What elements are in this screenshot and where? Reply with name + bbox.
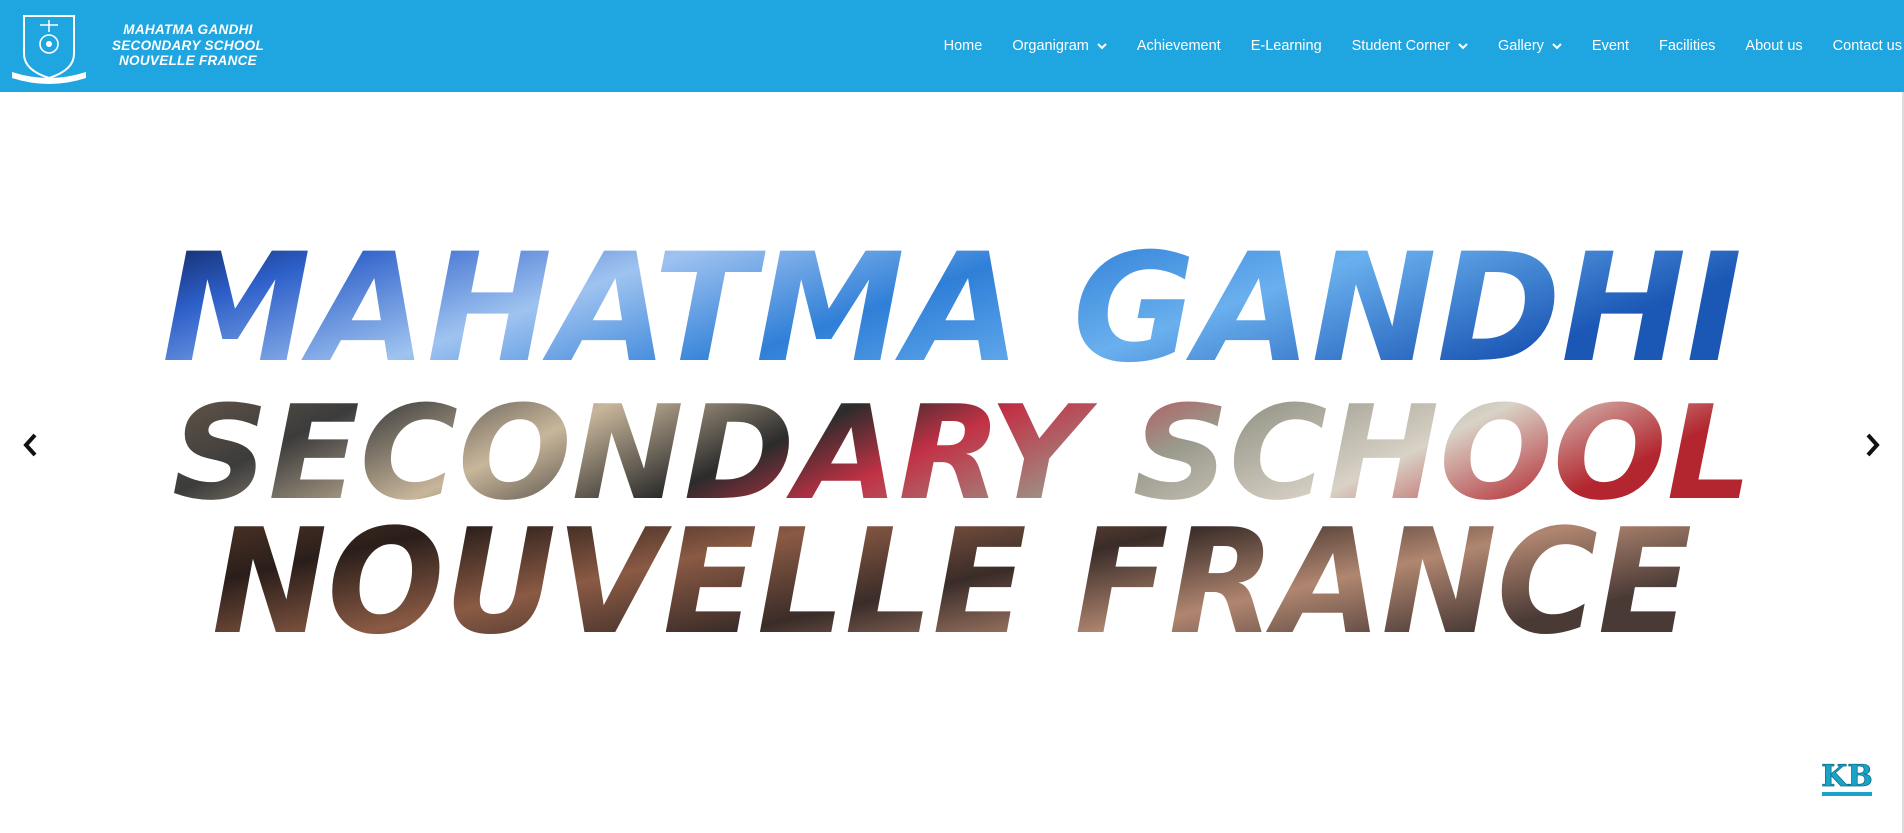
nav-item-about-us[interactable]: About us [1745,38,1802,54]
nav-item-label: Contact us [1832,38,1902,54]
nav-item-organigram[interactable]: Organigram [1012,38,1107,54]
chevron-left-icon[interactable] [18,430,44,460]
chevron-down-icon [1552,42,1562,49]
nav-item-contact-us[interactable]: Contact us [1833,38,1902,54]
nav-item-label: Student Corner [1351,38,1450,54]
nav-item-label: Facilities [1659,38,1716,54]
nav-item-label: Organigram [1012,38,1089,54]
chevron-down-icon [1458,42,1468,49]
nav-item-gallery[interactable]: Gallery [1498,38,1562,54]
nav-item-label: Achievement [1136,38,1221,54]
school-name-line: MAHATMA GANDHI [123,22,253,37]
nav-item-home[interactable]: Home [944,38,983,54]
nav-item-label: Gallery [1497,38,1544,54]
school-name-line: SECONDARY SCHOOL [111,37,265,53]
nav-item-achievement[interactable]: Achievement [1137,38,1221,54]
school-crest-icon[interactable] [10,8,88,84]
hero-title-line: NOUVELLE FRANCE [212,498,1692,667]
nav-item-label: About us [1745,38,1803,54]
nav-item-label: Event [1591,38,1630,54]
chevron-down-icon [1097,42,1107,49]
main-nav: Home Organigram Achievement E-Learning S… [914,0,1904,92]
hero-title-line: MAHATMA GANDHI [162,222,1742,396]
nav-item-facilities[interactable]: Facilities [1659,38,1715,54]
chevron-right-icon[interactable] [1859,430,1885,460]
hero-banner: MAHATMA GANDHI SECONDARY SCHOOL NOUVELLE… [162,222,1752,667]
kb-logo-icon[interactable]: KB [1818,758,1876,800]
nav-item-label: E-Learning [1250,38,1322,54]
school-name[interactable]: MAHATMA GANDHI SECONDARY SCHOOL NOUVELLE… [108,22,268,69]
hero-slider: MAHATMA GANDHI SECONDARY SCHOOL NOUVELLE… [0,92,1904,833]
site-header: MAHATMA GANDHI SECONDARY SCHOOL NOUVELLE… [0,0,1904,92]
nav-item-e-learning[interactable]: E-Learning [1251,38,1322,54]
school-name-line: NOUVELLE FRANCE [118,53,257,68]
nav-item-label: Home [943,38,983,54]
nav-item-student-corner[interactable]: Student Corner [1352,38,1468,54]
kb-badge-text: KB [1821,759,1872,794]
nav-item-event[interactable]: Event [1592,38,1629,54]
